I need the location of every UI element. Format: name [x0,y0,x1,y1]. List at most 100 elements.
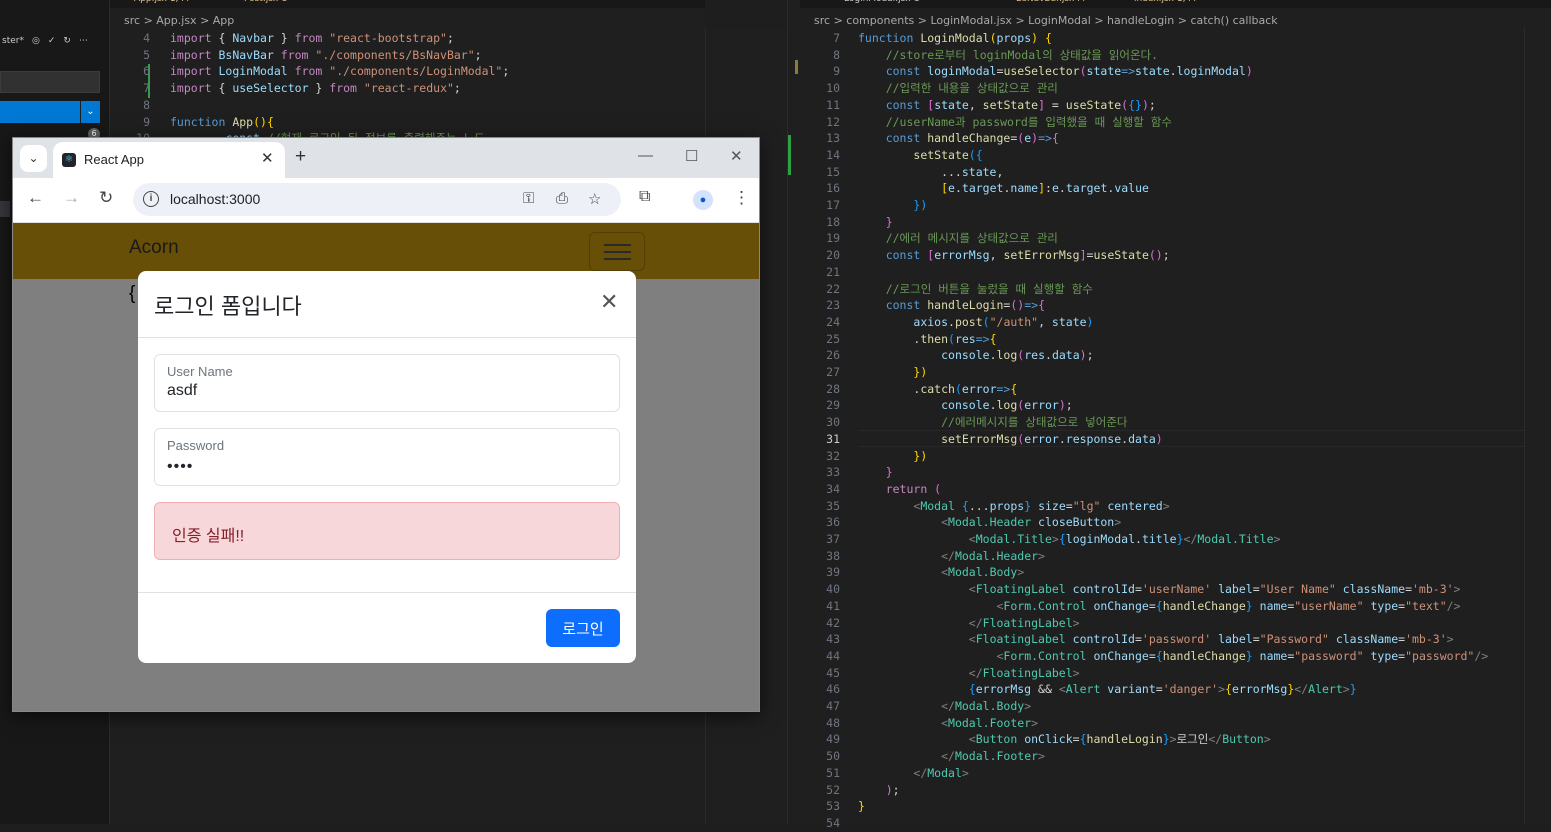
breadcrumb-item[interactable]: catch() callback [1190,14,1277,27]
right-editor[interactable]: LoginModal.jsx U BsNavBar.jsx M index.js… [800,0,1551,830]
breadcrumb-item[interactable]: src [814,14,834,27]
code-line[interactable]: //에러 메시지를 상태값으로 관리 [858,230,1058,247]
code-line[interactable]: import { Navbar } from "react-bootstrap"… [170,30,454,47]
code-line[interactable]: setState({ [858,147,982,164]
commit-button[interactable]: ⌄ [0,101,100,123]
code-line[interactable]: } [858,214,893,231]
tab-bsnavbar[interactable]: BsNavBar.jsx M [1008,0,1093,8]
username-value[interactable]: asdf [167,382,197,400]
install-icon[interactable]: ⎙ [556,190,568,207]
minimize-icon[interactable]: — [638,147,653,164]
key-icon[interactable]: ⚿ [523,190,534,207]
code-line[interactable]: } [858,464,893,481]
breadcrumb-item[interactable]: LoginModal [1028,14,1094,27]
password-field[interactable]: Password •••• [154,428,620,486]
code-line[interactable]: import { useSelector } from "react-redux… [170,80,461,97]
code-line[interactable]: </Modal> [858,765,968,782]
code-line[interactable]: <Modal.Title>{loginModal.title}</Modal.T… [858,531,1281,548]
code-line[interactable]: console.log(error); [858,397,1073,414]
breadcrumb-item[interactable]: src [124,14,144,27]
tab-search-button[interactable]: ⌄ [20,145,47,172]
close-icon[interactable]: ✕ [261,149,274,167]
breadcrumb-item[interactable]: LoginModal.jsx [930,14,1015,27]
tab-loginmodal[interactable]: LoginModal.jsx U [836,0,928,8]
code-line[interactable]: <Modal.Footer> [858,715,1038,732]
code-line[interactable]: const handleLogin=()=>{ [858,297,1045,314]
code-line[interactable]: //userName과 password를 입력했을 때 실행할 함수 [858,114,1172,131]
code-line[interactable]: setErrorMsg(error.response.data) [858,431,1163,448]
code-line[interactable]: <Form.Control onChange={handleChange} na… [858,648,1488,665]
back-icon[interactable]: ← [27,188,44,208]
code-line[interactable]: }) [858,197,927,214]
extensions-icon[interactable]: ⧉ [639,188,650,206]
code-line[interactable]: return ( [858,481,941,498]
maximize-icon[interactable]: ☐ [685,147,698,165]
code-line[interactable]: //로그인 버튼을 눌렀을 때 실행할 함수 [858,281,1093,298]
right-minimap[interactable] [1524,28,1551,824]
url-text[interactable]: localhost:3000 [170,191,260,207]
selected-row[interactable] [0,201,10,217]
tab-post-jsx[interactable]: Post.jsx U [236,0,296,8]
code-line[interactable]: <Button onClick={handleLogin}>로그인</Butto… [858,731,1271,748]
commit-message-input[interactable] [0,71,100,93]
code-line[interactable]: .then(res=>{ [858,331,996,348]
eye-icon[interactable]: ◎ [32,36,40,46]
site-info-icon[interactable]: i [143,191,159,207]
window-close-icon[interactable]: ✕ [730,147,743,165]
refresh-icon[interactable]: ↻ [63,36,71,46]
code-line[interactable]: </Modal.Body> [858,698,1031,715]
code-line[interactable]: <Modal {...props} size="lg" centered> [858,498,1169,515]
code-line[interactable]: .catch(error=>{ [858,381,1017,398]
code-line[interactable]: }) [858,448,927,465]
code-line[interactable]: const [errorMsg, setErrorMsg]=useState()… [858,247,1170,264]
forward-icon[interactable]: → [63,188,80,208]
code-line[interactable]: [e.target.name]:e.target.value [858,180,1149,197]
chevron-down-icon[interactable]: ⌄ [80,101,100,123]
code-line[interactable]: <FloatingLabel controlId='password' labe… [858,631,1454,648]
breadcrumb-item[interactable]: handleLogin [1107,14,1178,27]
breadcrumb-item[interactable]: App.jsx [156,14,200,27]
code-line[interactable]: //입력한 내용을 상태값으로 관리 [858,80,1058,97]
menu-icon[interactable]: ⋮ [733,188,750,208]
code-line[interactable]: console.log(res.data); [858,347,1093,364]
profile-avatar[interactable]: ● [693,190,713,210]
code-line[interactable]: {errorMsg && <Alert variant='danger'>{er… [858,681,1357,698]
browser-tab[interactable]: ⚛ React App ✕ [53,142,285,178]
code-line[interactable]: axios.post("/auth", state) [858,314,1093,331]
code-line[interactable]: } [858,798,865,815]
star-icon[interactable]: ☆ [588,190,601,208]
code-line[interactable]: //store로부터 loginModal의 상태값을 읽어온다. [858,47,1158,64]
code-line[interactable]: function App(){ [170,114,274,131]
code-line[interactable]: //에러메시지를 상태값으로 넣어준다 [858,414,1127,431]
new-tab-button[interactable]: + [295,146,306,168]
breadcrumb-item[interactable]: components [846,14,917,27]
close-icon[interactable]: ✕ [600,289,618,315]
code-line[interactable]: }) [858,364,927,381]
code-line[interactable]: const handleChange=(e)=>{ [858,130,1059,147]
editor-splitter[interactable] [787,0,800,824]
password-value[interactable]: •••• [167,458,193,476]
breadcrumb-item[interactable]: App [213,14,235,27]
code-line[interactable]: </Modal.Header> [858,548,1045,565]
check-icon[interactable]: ✓ [48,36,56,46]
code-line[interactable]: </FloatingLabel> [858,615,1080,632]
tab-index-jsx[interactable]: index.jsx 1, M [1126,0,1204,8]
code-line[interactable]: <FloatingLabel controlId='userName' labe… [858,581,1461,598]
code-line[interactable]: import BsNavBar from "./components/BsNav… [170,47,482,64]
more-icon[interactable]: ⋯ [79,36,88,46]
code-line[interactable]: const [state, setState] = useState({}); [858,97,1156,114]
login-button[interactable]: 로그인 [546,609,620,647]
code-line[interactable]: <Form.Control onChange={handleChange} na… [858,598,1460,615]
address-bar[interactable]: i localhost:3000 ⚿ ⎙ ☆ [133,183,621,216]
code-line[interactable]: ); [858,782,900,799]
tab-app-jsx[interactable]: App.jsx 1, M [126,0,197,8]
code-line[interactable]: <Modal.Body> [858,564,1024,581]
code-line[interactable]: function LoginModal(props) { [858,30,1052,47]
reload-icon[interactable]: ↻ [99,188,113,208]
code-line[interactable]: const loginModal=useSelector(state=>stat… [858,63,1253,80]
code-line[interactable]: <Modal.Header closeButton> [858,514,1121,531]
code-line[interactable]: ...state, [858,164,1003,181]
code-line[interactable]: import LoginModal from "./components/Log… [170,63,509,80]
code-line[interactable]: </Modal.Footer> [858,748,1045,765]
username-field[interactable]: User Name asdf [154,354,620,412]
